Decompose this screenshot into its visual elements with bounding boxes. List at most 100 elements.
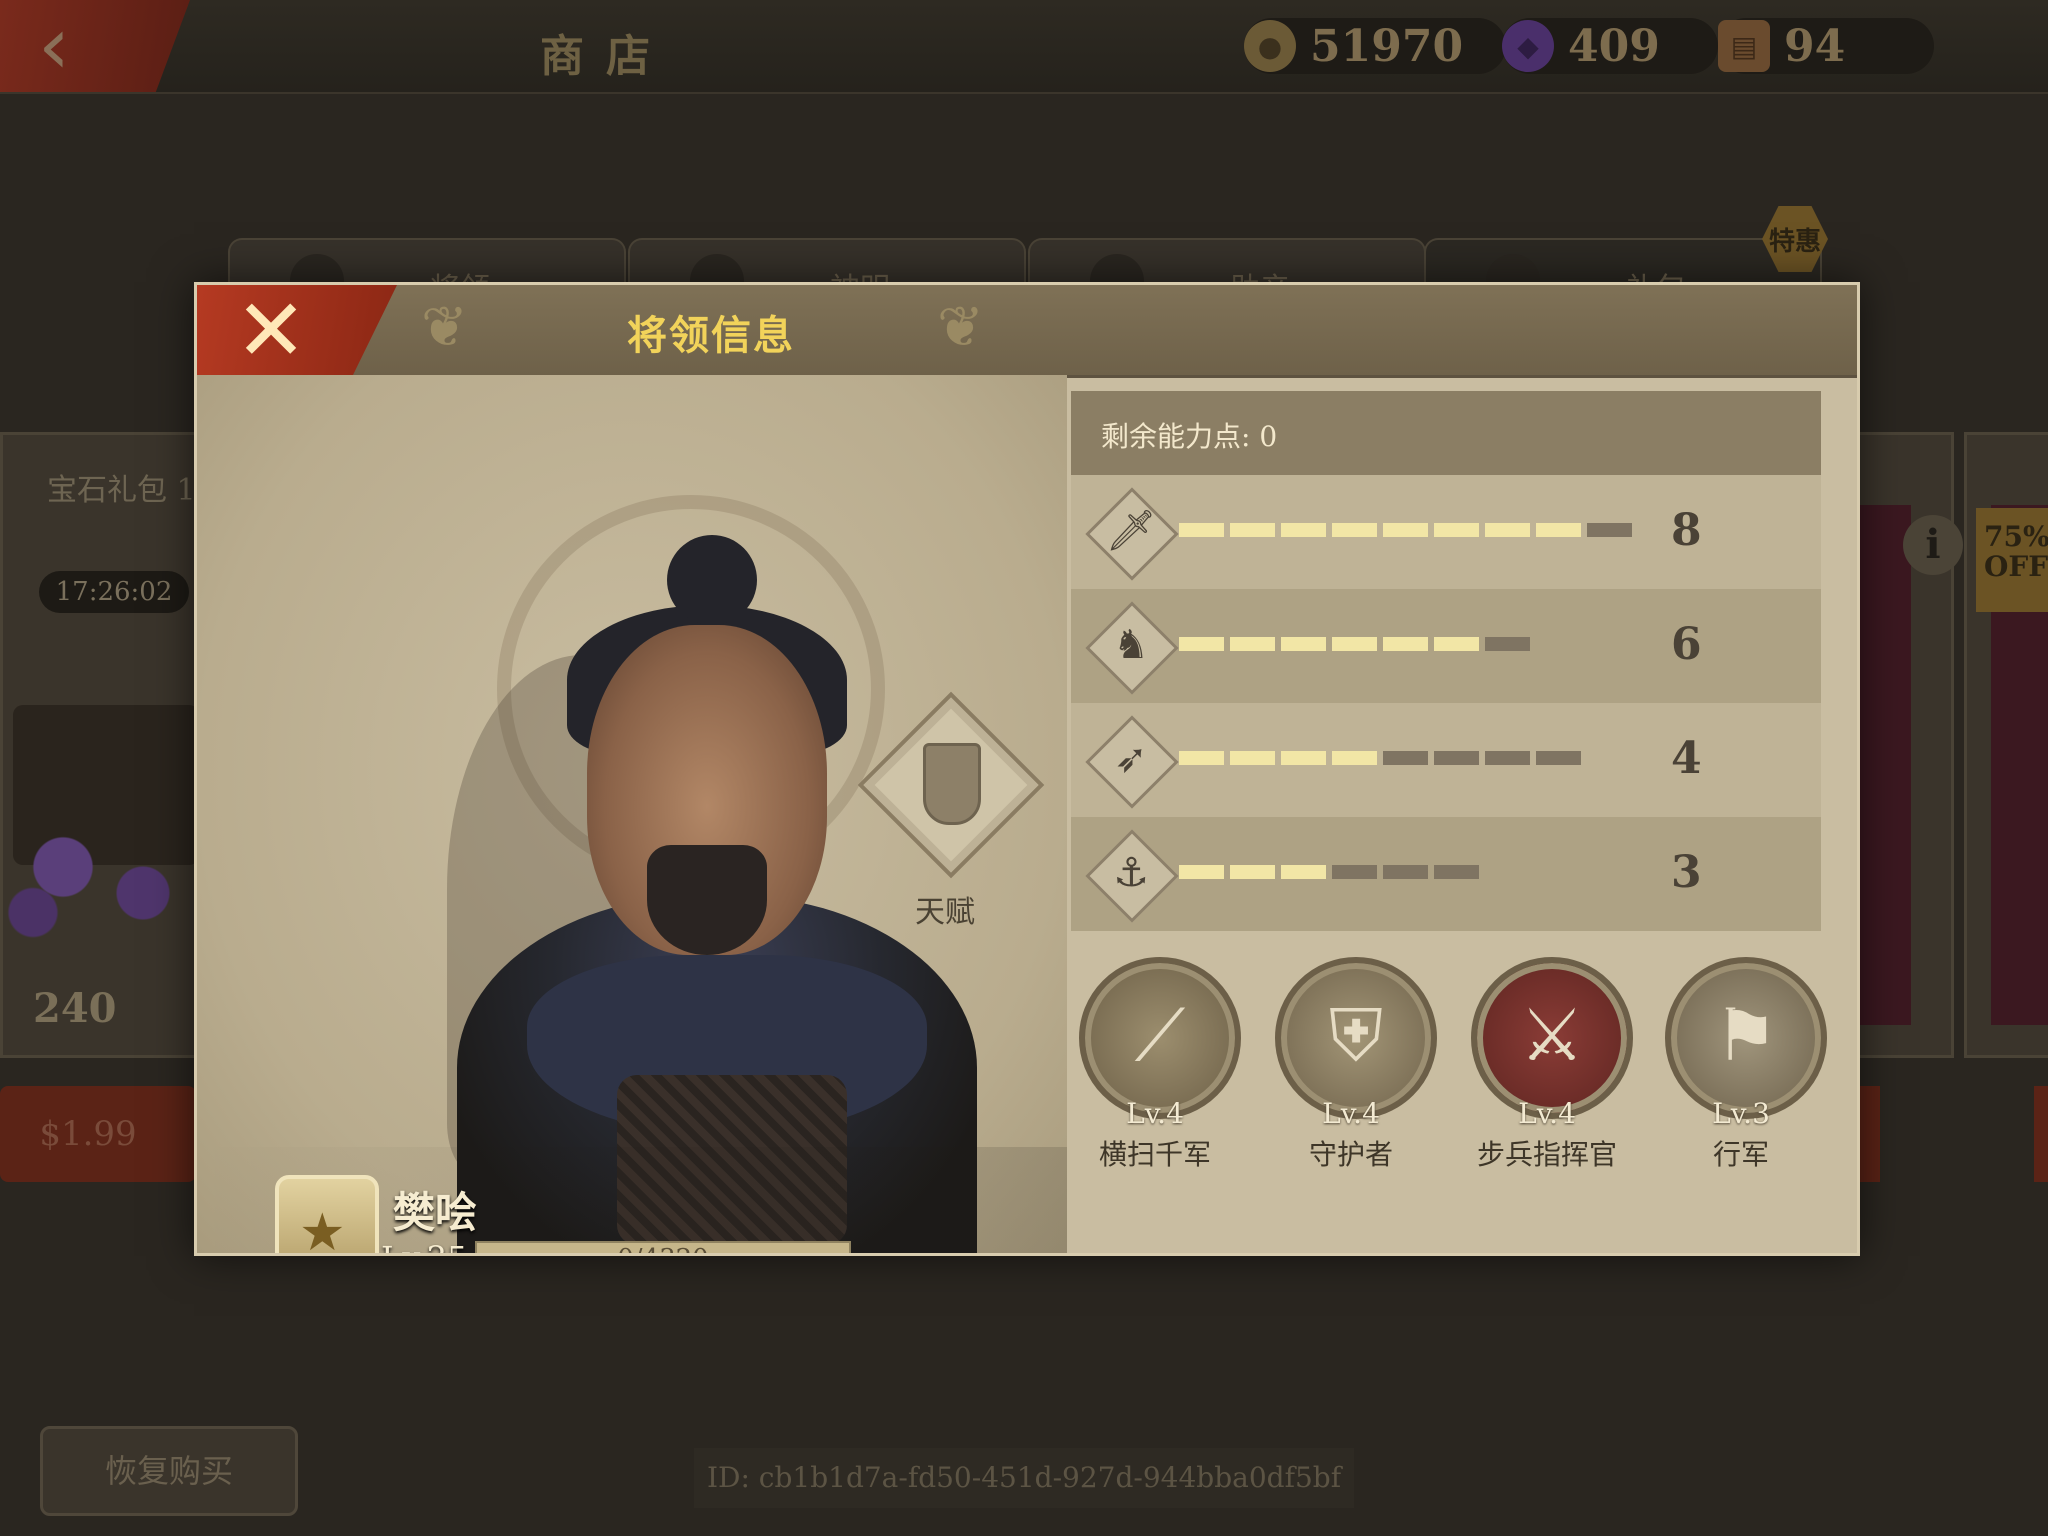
user-id-label: ID: cb1b1d7a-fd50-451d-927d-944bba0df5bf <box>694 1448 1354 1508</box>
remaining-points-row: 剩余能力点: 0 <box>1071 391 1821 475</box>
stat-pip-filled <box>1179 751 1224 765</box>
stat-pip-filled <box>1332 751 1377 765</box>
skill-level: Lv.4 <box>1126 1097 1184 1130</box>
skill-infantry-commander[interactable]: ⚔ Lv.4 步兵指挥官 <box>1457 957 1637 1177</box>
stat-pip-filled <box>1281 751 1326 765</box>
hero-topknot <box>667 535 757 625</box>
stat-bar <box>1179 523 1632 537</box>
stat-pip-filled <box>1332 637 1377 651</box>
stat-pip-empty <box>1434 751 1479 765</box>
stat-pip-filled <box>1536 523 1581 537</box>
price-button[interactable]: $1.99 <box>0 1086 196 1182</box>
gem-icon: ◆ <box>1502 20 1554 72</box>
skill-guardian[interactable]: ⛨ Lv.4 守护者 <box>1261 957 1441 1177</box>
stat-row-navy[interactable]: ⚓ 3 <box>1071 817 1821 931</box>
gem-pack-card[interactable]: 宝石礼包 1 17:26:02 240 <box>0 432 203 1058</box>
pack-title: 宝石礼包 1 <box>47 473 196 508</box>
hero-name: 樊哙 <box>393 1188 478 1237</box>
gem-amount: 409 <box>1568 20 1660 72</box>
skill-sweep[interactable]: ⟋ Lv.4 横扫千军 <box>1065 957 1245 1177</box>
rank-star-icon: ★ <box>275 1175 379 1253</box>
close-button[interactable]: ✕ <box>197 285 397 375</box>
stat-row-archery[interactable]: ➶ 4 <box>1071 703 1821 817</box>
stat-pip-filled <box>1281 523 1326 537</box>
modal-title: 将领信息 <box>627 312 795 359</box>
skill-march[interactable]: ⚑ Lv.3 行军 <box>1651 957 1831 1177</box>
back-arrow-icon: ‹ <box>38 0 70 92</box>
stat-row-attack[interactable]: 🗡 8 <box>1071 475 1821 589</box>
shield-sword-icon <box>923 743 981 825</box>
xp-progress-bar: 0/4320 <box>475 1241 851 1253</box>
remaining-points-label: 剩余能力点: 0 <box>1101 420 1278 453</box>
gems-pile-icon <box>3 815 203 945</box>
sweep-icon: ⟋ <box>1134 993 1186 1077</box>
anchor-icon: ⚓ <box>1113 850 1149 896</box>
horse-icon: ♞ <box>1113 622 1149 668</box>
gem-currency[interactable]: ◆ 409 <box>1502 18 1718 74</box>
stat-pip-filled <box>1383 523 1428 537</box>
stat-pip-empty <box>1485 751 1530 765</box>
stat-pip-empty <box>1383 865 1428 879</box>
stat-pip-empty <box>1587 523 1632 537</box>
skill-name: 步兵指挥官 <box>1476 1138 1617 1171</box>
stat-pip-empty <box>1383 751 1428 765</box>
restore-purchase-button[interactable]: 恢复购买 <box>40 1426 298 1516</box>
discount-badge: 75% OFF <box>1976 508 2048 612</box>
stat-pip-filled <box>1485 523 1530 537</box>
stat-pip-empty <box>1536 751 1581 765</box>
skill-name: 横扫千军 <box>1098 1138 1211 1171</box>
ticket-amount: 94 <box>1784 20 1846 72</box>
pack-art <box>1851 505 1911 1025</box>
guardian-shield-icon: ⛨ <box>1328 993 1383 1077</box>
bow-icon: ➶ <box>1114 736 1148 782</box>
page-title: 商店 <box>540 31 672 82</box>
price-label: $1.99 <box>39 1114 137 1154</box>
xp-text: 0/4320 <box>477 1243 849 1253</box>
stat-pip-filled <box>1434 523 1479 537</box>
hero-beard <box>647 845 767 955</box>
back-button[interactable]: ‹ <box>0 0 190 92</box>
marching-soldiers-icon: ⚑ <box>1713 993 1779 1077</box>
stat-row-cavalry[interactable]: ♞ 6 <box>1071 589 1821 703</box>
close-icon: ✕ <box>235 282 308 381</box>
stat-pip-empty <box>1485 637 1530 651</box>
price-button[interactable] <box>2034 1086 2048 1182</box>
pack-timer: 17:26:02 <box>39 571 189 613</box>
skills-row: ⟋ Lv.4 横扫千军 ⛨ Lv.4 守护者 ⚔ Lv.4 步兵指挥官 ⚑ Lv… <box>1065 957 1845 1177</box>
coin-icon: ● <box>1244 20 1296 72</box>
stat-pip-filled <box>1230 523 1275 537</box>
ticket-currency[interactable]: ▤ 94 <box>1718 18 1934 74</box>
crossed-swords-icon: ⚔ <box>1519 993 1585 1077</box>
stat-pip-filled <box>1230 637 1275 651</box>
sword-icon: 🗡 <box>1105 508 1157 554</box>
pack-amount: 240 <box>33 985 117 1032</box>
stat-bar <box>1179 865 1479 879</box>
ticket-icon: ▤ <box>1718 20 1770 72</box>
gold-currency[interactable]: ● 51970 <box>1244 18 1506 74</box>
laurel-icon: ❦ <box>937 295 984 360</box>
talent-button[interactable]: 天赋 <box>857 691 1045 935</box>
stat-bar <box>1179 637 1530 651</box>
stat-value: 3 <box>1671 847 1702 898</box>
stat-pip-empty <box>1332 865 1377 879</box>
top-bar: ‹ 商店 ● 51970 ◆ 409 ▤ 94 <box>0 0 2048 94</box>
pack-card[interactable]: i <box>1848 432 1963 1058</box>
hero-level: Lv.25 <box>381 1239 467 1253</box>
stat-pip-filled <box>1230 751 1275 765</box>
stat-pip-filled <box>1281 637 1326 651</box>
info-icon[interactable]: i <box>1903 515 1963 575</box>
skill-level: Lv.4 <box>1322 1097 1380 1130</box>
skill-level: Lv.3 <box>1712 1097 1770 1130</box>
stat-pip-filled <box>1332 523 1377 537</box>
stat-pip-filled <box>1434 637 1479 651</box>
stat-pip-filled <box>1383 637 1428 651</box>
stat-value: 4 <box>1671 733 1702 784</box>
stat-pip-filled <box>1179 523 1224 537</box>
stat-bar <box>1179 751 1581 765</box>
stat-pip-filled <box>1179 637 1224 651</box>
skill-name: 守护者 <box>1308 1138 1393 1171</box>
laurel-icon: ❦ <box>421 295 468 360</box>
stat-pip-filled <box>1179 865 1224 879</box>
hero-portrait-area: 天赋 ★ 樊哙 Lv.25 0/4320 <box>197 375 1067 1253</box>
stat-pip-empty <box>1434 865 1479 879</box>
